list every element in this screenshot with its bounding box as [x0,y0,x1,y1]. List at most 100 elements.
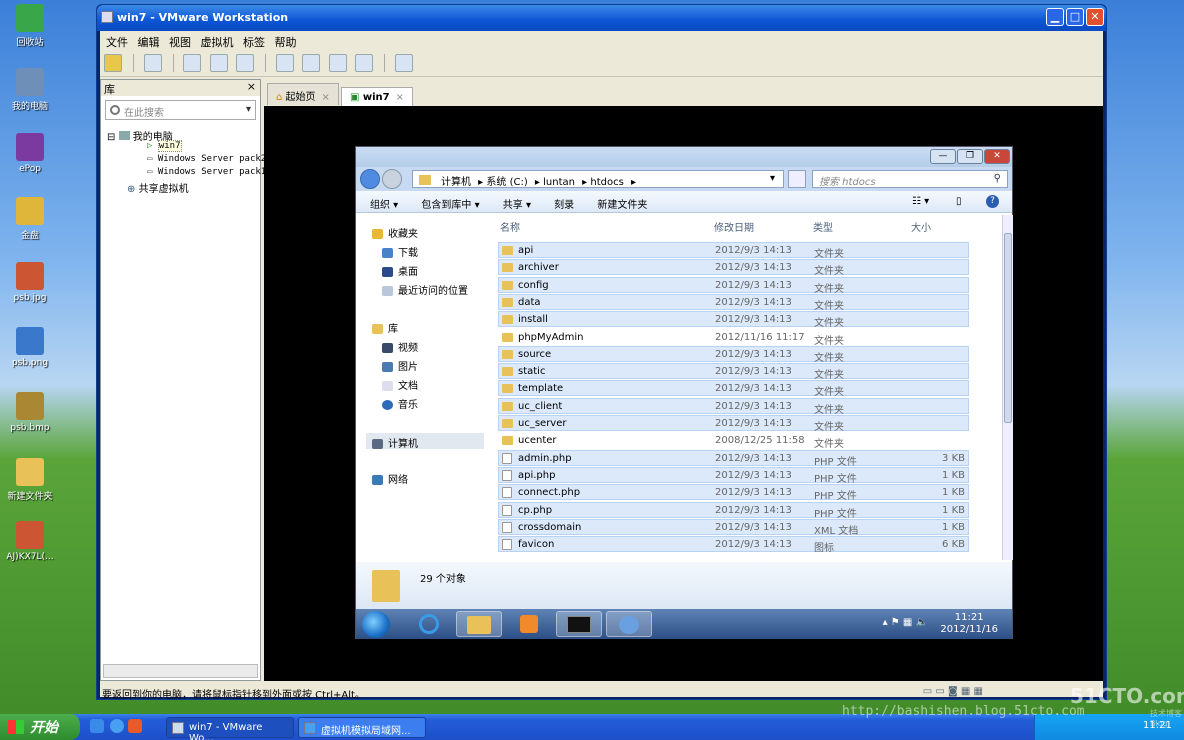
explorer-search-input[interactable]: 搜索 htdocs ⚲ [812,170,1008,188]
file-row[interactable]: uc_client 2012/9/3 14:13 文件夹 [498,397,969,416]
menu-help[interactable]: 帮助 [275,36,297,49]
nav-pictures[interactable]: 图片 [382,358,418,373]
nav-downloads[interactable]: 下载 [382,244,418,259]
explorer-restore-button[interactable]: ❐ [957,149,983,164]
ie-quicklaunch-icon[interactable] [110,719,124,733]
nav-computer[interactable]: 计算机 [366,433,484,450]
explorer-taskbar-icon[interactable] [456,611,502,637]
task-vmware[interactable]: win7 - VMware Wo... [166,717,294,740]
breadcrumb-luntan[interactable]: luntan [543,177,575,188]
nav-music[interactable]: 音乐 [382,396,418,411]
unity-icon[interactable] [355,54,373,72]
win7-clock[interactable]: 11:21 2012/11/16 [940,612,998,636]
thumbnail-bar-icon[interactable] [302,54,320,72]
library-horizontal-scrollbar[interactable] [103,664,258,678]
menu-edit[interactable]: 编辑 [138,36,160,49]
tree-vm-server1[interactable]: ▭ Windows Server pack1 [107,167,266,180]
column-name[interactable]: 名称 [500,219,520,234]
forward-button[interactable] [382,169,402,189]
file-row[interactable]: source 2012/9/3 14:13 文件夹 [498,345,969,364]
include-in-library-button[interactable]: 包含到库中 ▾ [421,200,479,211]
start-orb-icon[interactable] [362,611,390,638]
file-row[interactable]: static 2012/9/3 14:13 文件夹 [498,363,969,381]
view-options-icon[interactable]: ☷ ▾ [912,196,929,207]
file-row[interactable]: api.php 2012/9/3 14:13 PHP 文件 1 KB [498,466,969,485]
menu-file[interactable]: 文件 [106,36,128,49]
nav-network[interactable]: 网络 [372,471,408,486]
tree-my-computer[interactable]: ⊟ 我的电脑 [107,128,260,143]
nav-recent-places[interactable]: 最近访问的位置 [382,282,468,297]
file-row[interactable]: install 2012/9/3 14:13 文件夹 [498,311,969,329]
file-row[interactable]: template 2012/9/3 14:13 文件夹 [498,380,969,398]
library-search-input[interactable]: 在此搜索 ▾ [105,100,256,120]
power-icon[interactable] [104,54,122,72]
tab-home[interactable]: ⌂ 起始页 × [267,83,339,105]
app-quicklaunch-icon[interactable] [128,719,142,733]
nav-desktop[interactable]: 桌面 [382,263,418,278]
file-row[interactable]: admin.php 2012/9/3 14:13 PHP 文件 3 KB [498,449,969,468]
address-dropdown-icon[interactable]: ▾ [770,173,775,184]
scrollbar-thumb[interactable] [1004,233,1012,423]
help-icon[interactable]: ? [986,195,999,208]
explorer-close-button[interactable]: ✕ [984,149,1010,164]
close-button[interactable]: ✕ [1086,8,1104,26]
menu-tabs[interactable]: 标签 [243,36,265,49]
show-library-icon[interactable] [275,54,294,72]
preview-pane-icon[interactable]: ▯ [956,196,962,207]
file-row[interactable]: cp.php 2012/9/3 14:13 PHP 文件 1 KB [498,501,969,520]
tree-vm-server2[interactable]: ▭ Windows Server pack2 [107,154,266,167]
maximize-button[interactable]: □ [1066,8,1084,26]
cmd-icon[interactable] [556,611,602,637]
network-app-icon[interactable] [606,611,652,637]
snapshot-icon[interactable] [183,54,201,72]
column-date[interactable]: 修改日期 [714,219,754,234]
nav-documents[interactable]: 文档 [382,377,418,392]
desktop-icon-item[interactable]: psb.jpg [0,262,60,303]
vm-console[interactable]: — ❐ ✕ 计算机 ▸ 系统 (C:) ▸ luntan ▸ htdocs ▸ ▾ … [264,106,1103,681]
breadcrumb-computer[interactable]: 计算机 [441,177,471,188]
column-type[interactable]: 类型 [813,219,833,234]
file-row[interactable]: data 2012/9/3 14:13 文件夹 [498,293,969,312]
desktop-icon-item[interactable]: 新建文件夹 [0,458,60,502]
nav-libraries[interactable]: 库 [372,320,398,335]
ie-icon[interactable] [406,611,452,637]
desktop-icon-item[interactable]: ePop [0,133,60,174]
back-button[interactable] [360,169,380,189]
tab-close-icon[interactable]: × [322,92,330,103]
menu-view[interactable]: 视图 [169,36,191,49]
task-lan-sim[interactable]: 虚拟机模拟局域网... [298,717,426,738]
library-close-icon[interactable]: × [247,80,256,93]
snapshot-manager-icon[interactable] [236,54,254,72]
file-row[interactable]: archiver 2012/9/3 14:13 文件夹 [498,259,969,277]
network-icon[interactable] [143,54,162,72]
desktop-icon-item[interactable]: AJ)KX7L(... [0,521,60,562]
file-list-scrollbar[interactable] [1002,215,1013,560]
explorer-titlebar[interactable]: — ❐ ✕ [356,147,1012,167]
start-button[interactable]: 开始 [0,714,80,740]
share-button[interactable]: 共享 ▾ [503,200,531,211]
minimize-button[interactable]: ▁ [1046,8,1064,26]
full-screen-icon[interactable] [328,54,347,72]
tree-shared-vms[interactable]: ⊕ 共享虚拟机 [107,180,260,195]
console-view-icon[interactable] [394,54,413,72]
desktop-icon-item[interactable]: psb.png [0,327,60,368]
device-icons[interactable]: ▭ ▭ ◙ ▦ ▦ [923,686,983,697]
desktop-icon-item[interactable]: 回收站 [0,4,60,48]
file-row[interactable]: api 2012/9/3 14:13 文件夹 [498,242,969,260]
menu-vm[interactable]: 虚拟机 [201,36,234,49]
system-tray-icons[interactable]: ▴ ⚑ ▦ 🔈 [883,617,928,628]
desktop-icon-item[interactable]: psb.bmp [0,392,60,433]
desktop-icon-item[interactable]: 金盘 [0,197,60,241]
file-row[interactable]: config 2012/9/3 14:13 文件夹 [498,276,969,295]
refresh-icon[interactable] [788,170,806,188]
file-row[interactable]: uc_server 2012/9/3 14:13 文件夹 [498,415,969,433]
file-row[interactable]: favicon 2012/9/3 14:13 图标 6 KB [498,536,969,554]
show-desktop-icon[interactable] [90,719,104,733]
breadcrumb-htdocs[interactable]: htdocs [590,177,623,188]
revert-snapshot-icon[interactable] [209,54,228,72]
breadcrumb-c-drive[interactable]: 系统 (C:) [486,177,527,188]
file-row[interactable]: crossdomain 2012/9/3 14:13 XML 文档 1 KB [498,518,969,537]
nav-favorites[interactable]: 收藏夹 [372,225,418,240]
file-row[interactable]: connect.php 2012/9/3 14:13 PHP 文件 1 KB [498,484,969,502]
file-row[interactable]: phpMyAdmin 2012/11/16 11:17 文件夹 [498,328,969,347]
